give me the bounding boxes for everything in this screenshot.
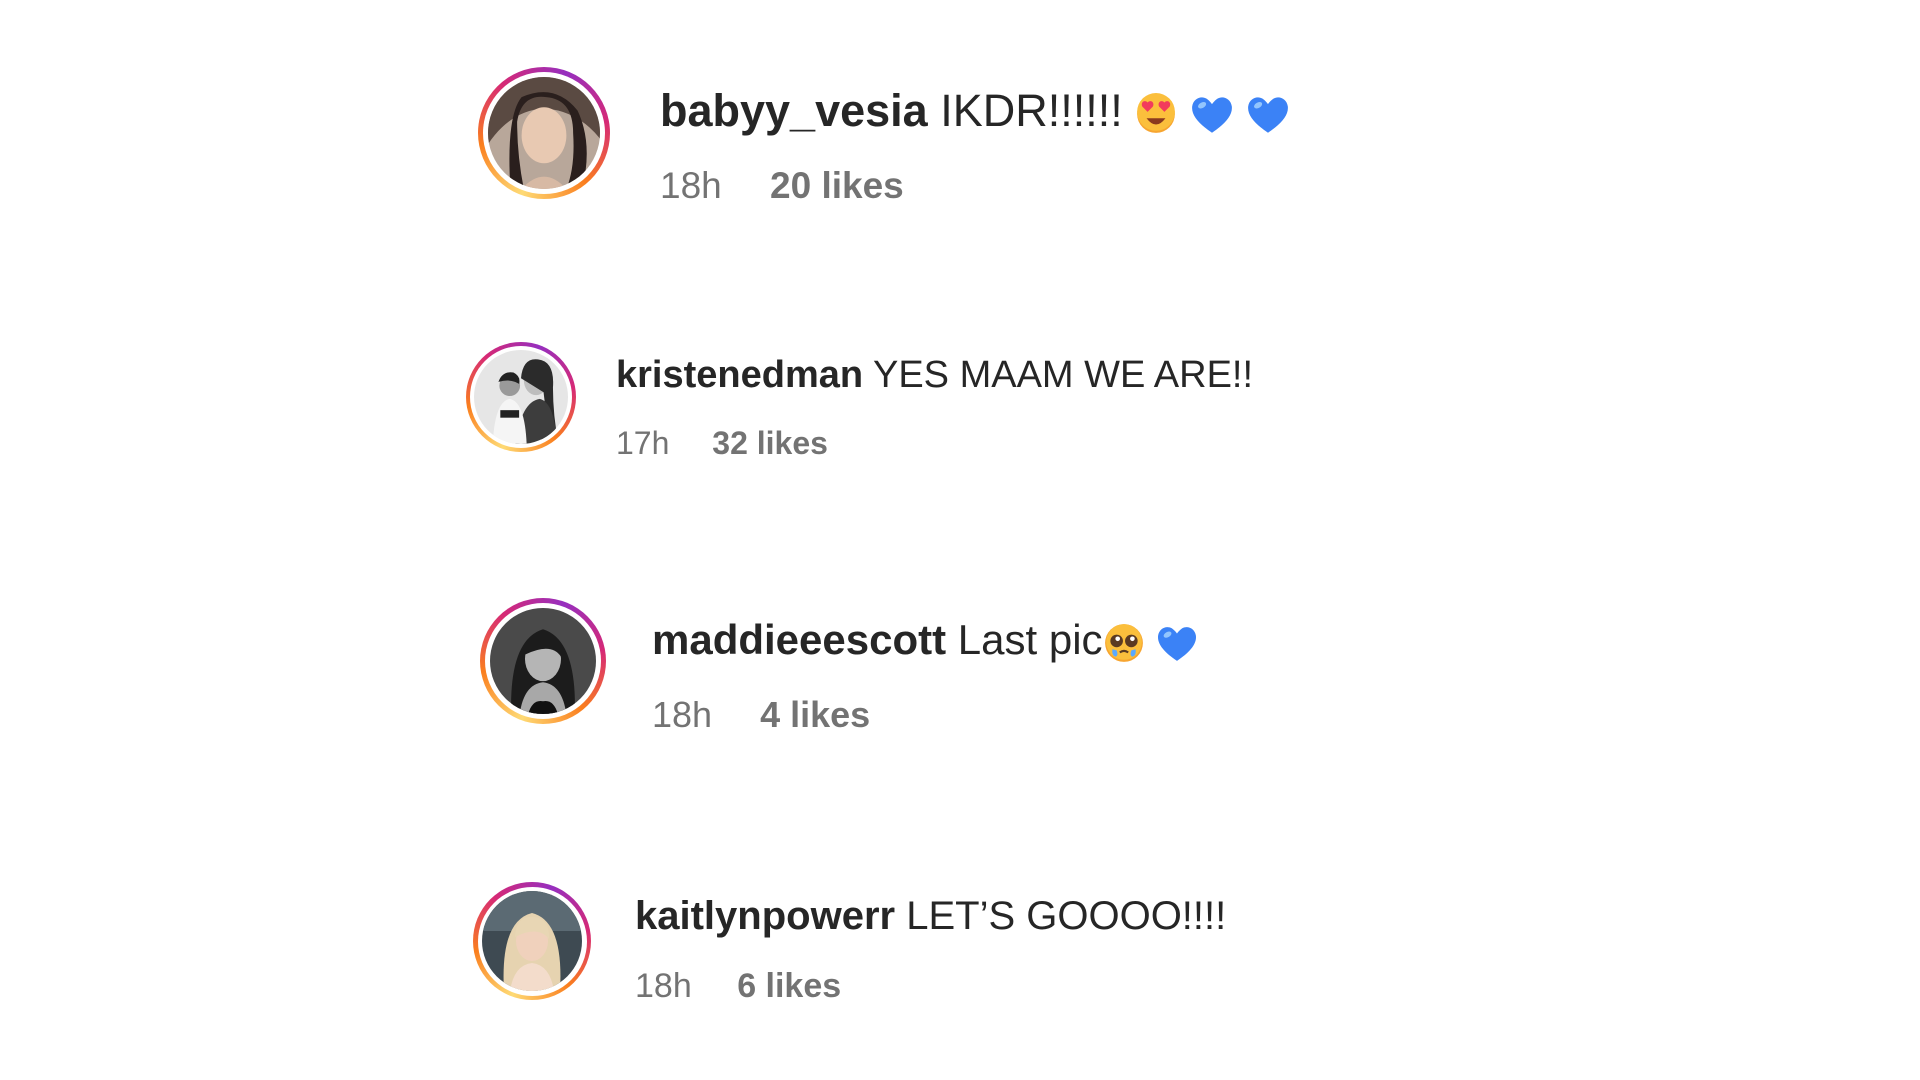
- blue-heart-emoji: [1156, 623, 1198, 663]
- blue-heart-emoji: [1190, 93, 1234, 135]
- comment-meta: 18h 4 likes: [652, 694, 1198, 736]
- comment-text: LET’S GOOOO!!!!: [906, 894, 1227, 938]
- blue-heart-emoji: [1246, 93, 1290, 135]
- username-link[interactable]: babyy_vesia: [660, 85, 928, 136]
- comment-meta: 18h 6 likes: [635, 967, 1226, 1006]
- avatar-photo: [490, 608, 596, 714]
- comment-text-line: maddieeescott Last pic: [652, 616, 1198, 664]
- likes-count[interactable]: 6 likes: [737, 967, 841, 1005]
- likes-count[interactable]: 4 likes: [760, 694, 870, 735]
- timestamp: 18h: [652, 694, 713, 735]
- comment-item: kristenedman YES MAAM WE ARE!! 17h 32 li…: [466, 342, 1253, 462]
- timestamp: 17h: [616, 425, 670, 461]
- comment-meta: 17h 32 likes: [616, 425, 1253, 462]
- comment-item: maddieeescott Last pic 18h 4 likes: [480, 598, 1198, 736]
- comment-text-line: babyy_vesia IKDR!!!!!!: [660, 85, 1290, 137]
- avatar[interactable]: [482, 891, 582, 991]
- comment-text: YES MAAM WE ARE!!: [872, 354, 1254, 396]
- story-ring[interactable]: [478, 67, 610, 199]
- comment-text: IKDR!!!!!!: [940, 85, 1123, 136]
- avatar-photo: [488, 77, 600, 189]
- username-link[interactable]: kristenedman: [616, 354, 863, 396]
- avatar-photo: [482, 891, 582, 991]
- story-ring[interactable]: [473, 882, 591, 1000]
- comment-text-line: kristenedman YES MAAM WE ARE!!: [616, 354, 1253, 397]
- story-ring[interactable]: [480, 598, 606, 724]
- timestamp: 18h: [635, 967, 692, 1005]
- avatar-photo: [474, 350, 568, 444]
- story-ring[interactable]: [466, 342, 576, 452]
- star-struck-emoji: [1135, 93, 1177, 135]
- comment-item: babyy_vesia IKDR!!!!!! 18h 20 likes: [478, 67, 1290, 207]
- avatar[interactable]: [490, 608, 596, 714]
- username-link[interactable]: maddieeescott: [652, 616, 946, 663]
- pleading-face-emoji: [1103, 622, 1145, 664]
- comment-item: kaitlynpowerr LET’S GOOOO!!!! 18h 6 like…: [473, 882, 1226, 1006]
- comment-text-line: kaitlynpowerr LET’S GOOOO!!!!: [635, 894, 1226, 939]
- username-link[interactable]: kaitlynpowerr: [635, 894, 895, 938]
- timestamp: 18h: [660, 165, 722, 206]
- likes-count[interactable]: 20 likes: [770, 165, 904, 206]
- likes-count[interactable]: 32 likes: [712, 425, 828, 461]
- comment-text: Last pic: [957, 616, 1103, 663]
- comment-meta: 18h 20 likes: [660, 165, 1290, 207]
- avatar[interactable]: [474, 350, 568, 444]
- avatar[interactable]: [488, 77, 600, 189]
